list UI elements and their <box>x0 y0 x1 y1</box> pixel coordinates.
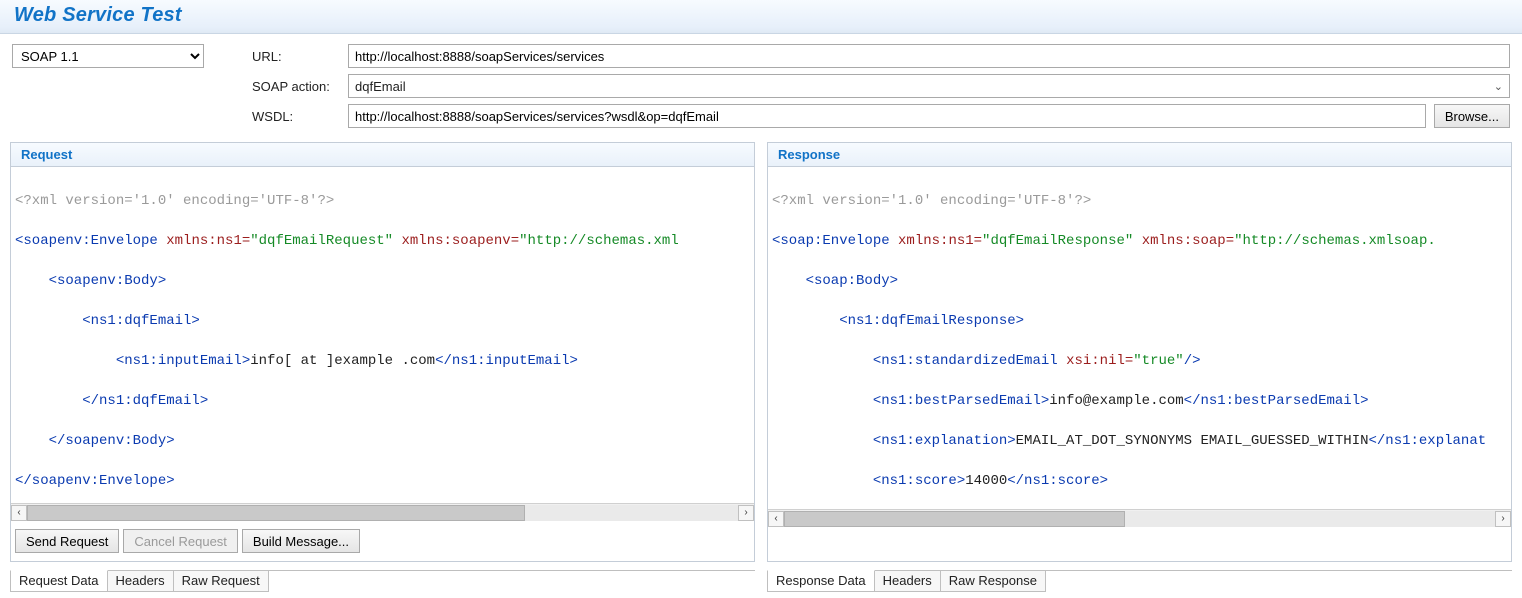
soap-action-select[interactable]: dqfEmail ⌄ <box>348 74 1510 98</box>
soap-action-value: dqfEmail <box>355 79 406 94</box>
request-pane-title: Request <box>11 143 754 167</box>
scroll-right-icon[interactable]: › <box>1495 511 1511 527</box>
title-bar: Web Service Test <box>0 0 1522 34</box>
scroll-left-icon[interactable]: ‹ <box>11 505 27 521</box>
response-pane-title: Response <box>768 143 1511 167</box>
request-xml-editor[interactable]: <?xml version='1.0' encoding='UTF-8'?> <… <box>11 167 754 503</box>
url-input[interactable] <box>348 44 1510 68</box>
cancel-request-button[interactable]: Cancel Request <box>123 529 238 553</box>
response-pane: Response <?xml version='1.0' encoding='U… <box>767 142 1512 562</box>
request-hscrollbar[interactable]: ‹ › <box>11 503 754 521</box>
request-pane: Request <?xml version='1.0' encoding='UT… <box>10 142 755 562</box>
protocol-select[interactable]: SOAP 1.1 <box>12 44 204 68</box>
build-message-button[interactable]: Build Message... <box>242 529 360 553</box>
scroll-left-icon[interactable]: ‹ <box>768 511 784 527</box>
request-tabs: Request Data Headers Raw Request <box>10 570 755 592</box>
tab-request-headers[interactable]: Headers <box>107 571 174 592</box>
scroll-right-icon[interactable]: › <box>738 505 754 521</box>
page-title: Web Service Test <box>14 4 182 26</box>
tab-response-headers[interactable]: Headers <box>874 571 941 592</box>
chevron-down-icon: ⌄ <box>1494 80 1503 93</box>
soap-action-label: SOAP action: <box>252 79 340 94</box>
send-request-button[interactable]: Send Request <box>15 529 119 553</box>
wsdl-input[interactable] <box>348 104 1426 128</box>
response-xml-viewer[interactable]: <?xml version='1.0' encoding='UTF-8'?> <… <box>768 167 1511 509</box>
tab-raw-request[interactable]: Raw Request <box>173 571 269 592</box>
browse-button[interactable]: Browse... <box>1434 104 1510 128</box>
wsdl-label: WSDL: <box>252 109 340 124</box>
tab-request-data[interactable]: Request Data <box>10 570 108 592</box>
tab-response-data[interactable]: Response Data <box>767 570 875 592</box>
response-hscrollbar[interactable]: ‹ › <box>768 509 1511 527</box>
url-label: URL: <box>252 49 340 64</box>
connection-toolbar: SOAP 1.1 URL: SOAP action: dqfEmail ⌄ WS… <box>0 34 1522 140</box>
tab-raw-response[interactable]: Raw Response <box>940 571 1046 592</box>
response-tabs: Response Data Headers Raw Response <box>767 570 1512 592</box>
